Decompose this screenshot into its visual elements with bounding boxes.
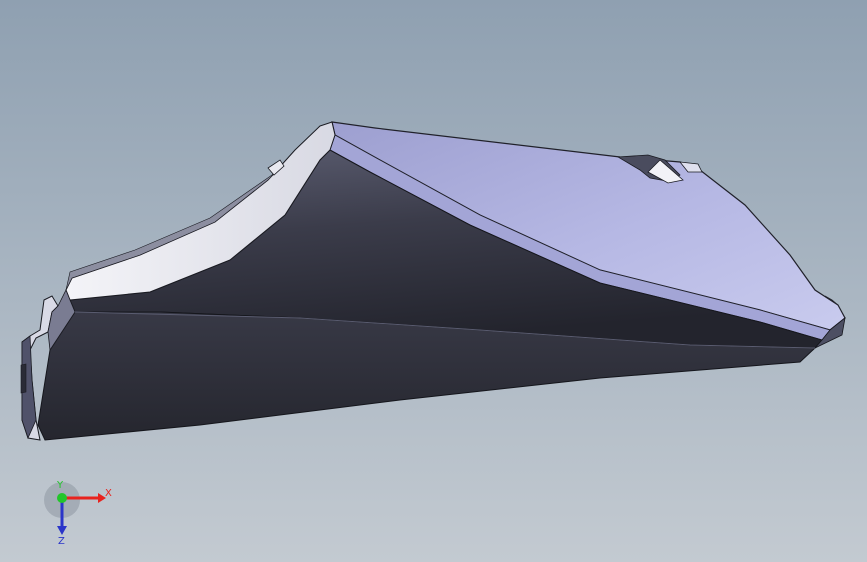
y-axis-label: Y	[56, 480, 64, 491]
z-axis-label: Z	[58, 536, 65, 547]
3d-model[interactable]	[0, 0, 867, 562]
x-axis-label: X	[105, 488, 112, 499]
z-axis-arrow	[57, 526, 67, 535]
coordinate-triad: X Y Z	[44, 480, 112, 547]
3d-graphics-viewport[interactable]: X Y Z	[0, 0, 867, 562]
left-bracket-slot	[20, 363, 27, 394]
y-axis-dot	[57, 493, 67, 503]
